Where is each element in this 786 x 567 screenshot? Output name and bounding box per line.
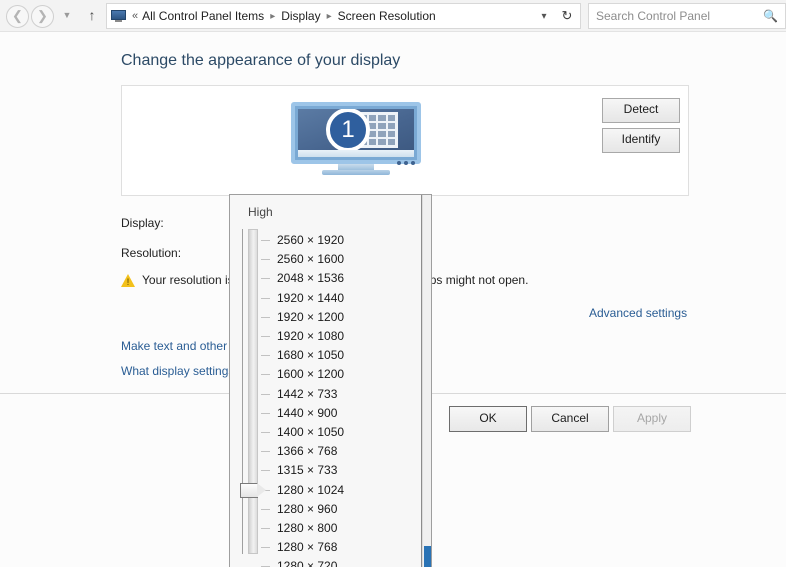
resolution-option[interactable]: 1920 × 1200	[277, 310, 344, 324]
monitor-number-badge: 1	[326, 109, 370, 150]
resolution-list-scrollbar[interactable]	[422, 195, 431, 567]
display-preview-panel: 1 Detect Identify	[121, 85, 689, 196]
slider-tick	[261, 432, 270, 433]
resolution-option[interactable]: 1280 × 768	[277, 540, 337, 554]
slider-tick	[261, 451, 270, 452]
screen-resolution-window: ❮ ❯ ▼ ↑ « All Control Panel Items ▸ Disp…	[0, 0, 786, 567]
recent-locations-chevron-down-icon[interactable]: ▼	[58, 6, 76, 25]
breadcrumb-all-control-panel-items[interactable]: All Control Panel Items	[141, 9, 265, 23]
breadcrumb-separator: ▸	[265, 11, 280, 22]
resolution-option[interactable]: 2560 × 1920	[277, 233, 344, 247]
slider-tick	[261, 317, 270, 318]
monitor-indicator-dots	[394, 152, 415, 170]
breadcrumb-overflow[interactable]: «	[130, 10, 141, 22]
resolution-high-label: High	[248, 205, 273, 219]
resolution-option[interactable]: 1400 × 1050	[277, 425, 344, 439]
slider-tick	[261, 528, 270, 529]
refresh-icon[interactable]: ↻	[554, 3, 581, 29]
search-placeholder: Search Control Panel	[596, 9, 710, 23]
resolution-option[interactable]: 1280 × 800	[277, 521, 337, 535]
apply-button: Apply	[613, 406, 691, 432]
resolution-dropdown-popup[interactable]: High 2560 × 1920 2560 × 1600 2048 × 1536 19…	[229, 194, 432, 567]
resolution-option[interactable]: 1920 × 1080	[277, 329, 344, 343]
advanced-settings-link[interactable]: Advanced settings	[589, 306, 687, 320]
resolution-option[interactable]: 2560 × 1600	[277, 252, 344, 266]
identify-button[interactable]: Identify	[602, 128, 680, 153]
cancel-button[interactable]: Cancel	[531, 406, 609, 432]
resolution-option[interactable]: 1315 × 733	[277, 463, 337, 477]
warning-triangle-icon: !	[121, 274, 136, 288]
breadcrumb-separator: ▸	[322, 11, 337, 22]
address-chevron-down-icon[interactable]: ▾	[533, 11, 555, 22]
warning-glyph: !	[121, 277, 135, 288]
detect-button[interactable]: Detect	[602, 98, 680, 123]
breadcrumb-display[interactable]: Display	[280, 9, 321, 23]
slider-tick	[261, 470, 270, 471]
slider-tick	[261, 394, 270, 395]
slider-tick	[261, 259, 270, 260]
resolution-label: Resolution:	[121, 246, 181, 260]
slider-tick	[261, 336, 270, 337]
display-monitor-icon	[111, 10, 126, 22]
slider-tick	[261, 355, 270, 356]
resolution-option[interactable]: 1280 × 720	[277, 559, 337, 567]
monitor-preview-icon[interactable]: 1	[291, 102, 421, 178]
resolution-option[interactable]: 1280 × 960	[277, 502, 337, 516]
resolution-option[interactable]: 2048 × 1536	[277, 271, 344, 285]
up-one-level-arrow-up-icon[interactable]: ↑	[82, 5, 102, 26]
slider-tick	[261, 374, 270, 375]
search-input[interactable]: Search Control Panel 🔍	[588, 3, 786, 29]
display-label: Display:	[121, 216, 164, 230]
slider-tick	[261, 509, 270, 510]
resolution-slider-rail	[242, 229, 243, 554]
page-title: Change the appearance of your display	[121, 52, 400, 70]
breadcrumb-screen-resolution[interactable]: Screen Resolution	[337, 9, 437, 23]
slider-tick	[261, 298, 270, 299]
slider-tick	[261, 240, 270, 241]
resolution-option[interactable]: 1440 × 900	[277, 406, 337, 420]
slider-tick	[261, 413, 270, 414]
forward-button[interactable]: ❯	[31, 5, 54, 28]
resolution-slider-groove[interactable]	[248, 229, 258, 554]
resolution-option[interactable]: 1600 × 1200	[277, 367, 344, 381]
explorer-address-toolbar: ❮ ❯ ▼ ↑ « All Control Panel Items ▸ Disp…	[0, 0, 786, 32]
resolution-option[interactable]: 1280 × 1024	[277, 483, 344, 497]
resolution-slider-thumb[interactable]	[240, 483, 267, 498]
resolution-option[interactable]: 1680 × 1050	[277, 348, 344, 362]
resolution-option[interactable]: 1442 × 733	[277, 387, 337, 401]
back-button[interactable]: ❮	[6, 5, 29, 28]
search-icon: 🔍	[763, 9, 778, 23]
resolution-option[interactable]: 1366 × 768	[277, 444, 337, 458]
slider-tick	[261, 547, 270, 548]
resolution-option[interactable]: 1920 × 1440	[277, 291, 344, 305]
address-bar[interactable]: « All Control Panel Items ▸ Display ▸ Sc…	[106, 3, 556, 29]
ok-button[interactable]: OK	[449, 406, 527, 432]
scrollbar-thumb[interactable]	[424, 546, 431, 567]
slider-tick	[261, 278, 270, 279]
